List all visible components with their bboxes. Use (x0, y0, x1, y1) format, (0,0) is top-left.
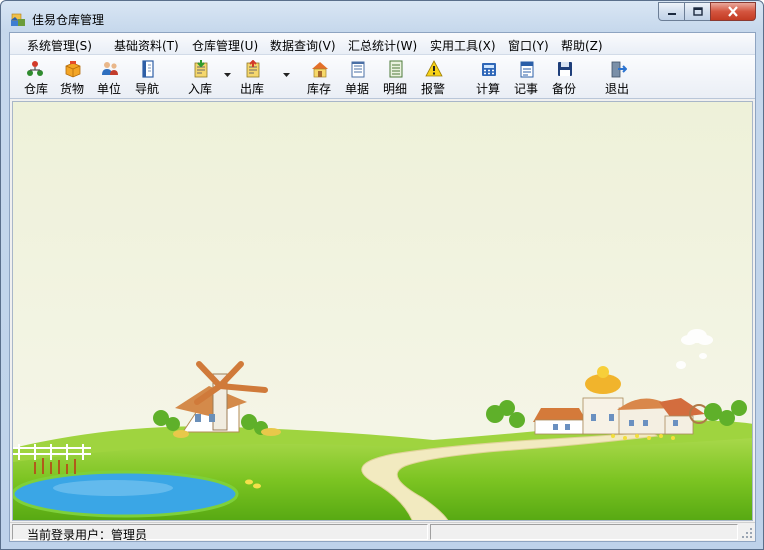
mdi-workspace (12, 101, 753, 521)
menu-summary-stats[interactable]: 汇总统计(W) (348, 37, 417, 54)
toolbar-backup-button[interactable]: 备份 (546, 55, 584, 99)
toolbar-calculator-button[interactable]: 计算 (470, 55, 508, 99)
menu-warehouse-management[interactable]: 仓库管理(U) (192, 37, 258, 54)
menu-data-query[interactable]: 数据查询(V) (270, 37, 336, 54)
stock-in-icon (194, 60, 208, 78)
window-controls (658, 2, 756, 21)
document-icon (351, 61, 365, 78)
menu-basic-data[interactable]: 基础资料(T) (114, 37, 179, 54)
countryside-background (13, 102, 752, 520)
toolbar-warehouse-label: 仓库 (24, 82, 49, 96)
toolbar-stock-in-label: 入库 (188, 82, 213, 96)
notepad-icon (520, 61, 534, 78)
status-bar: 当前登录用户：管理员 (10, 522, 755, 542)
toolbar-alarm-label: 报警 (421, 82, 446, 96)
toolbar-unit-button[interactable]: 单位 (92, 55, 128, 99)
toolbar-exit-label: 退出 (605, 82, 630, 96)
toolbar-stock-out-button[interactable]: 出库 (234, 55, 292, 99)
warehouse-icon (27, 61, 43, 76)
maximize-icon (692, 7, 703, 16)
toolbar-stock-in-button[interactable]: 入库 (182, 55, 234, 99)
maximize-button[interactable] (684, 2, 711, 21)
toolbar-notes-button[interactable]: 记事 (508, 55, 546, 99)
title-bar[interactable]: 佳易仓库管理 (1, 1, 763, 33)
navigation-book-icon (142, 60, 154, 78)
resize-grip-icon[interactable] (741, 527, 753, 539)
toolbar-goods-label: 货物 (60, 82, 85, 96)
toolbar-document-button[interactable]: 单据 (339, 55, 377, 99)
window-title: 佳易仓库管理 (32, 13, 105, 27)
stock-in-dropdown-icon[interactable] (224, 73, 231, 77)
goods-box-icon (65, 61, 81, 78)
stock-out-icon (246, 60, 260, 78)
toolbar-warehouse-button[interactable]: 仓库 (17, 55, 53, 99)
close-icon (728, 6, 738, 17)
toolbar-notes-label: 记事 (514, 82, 539, 96)
calculator-icon (482, 63, 496, 76)
status-pane-empty (430, 524, 738, 540)
app-warehouse-icon (11, 13, 25, 26)
close-button[interactable] (710, 2, 756, 21)
inventory-house-icon (312, 62, 328, 78)
menu-utilities[interactable]: 实用工具(X) (430, 37, 496, 54)
minimize-button[interactable] (658, 2, 685, 21)
toolbar-backup-label: 备份 (552, 82, 577, 96)
toolbar-inventory-label: 库存 (307, 82, 332, 96)
client-area: 系统管理(S) 基础资料(T) 仓库管理(U) 数据查询(V) 汇总统计(W) … (9, 32, 756, 542)
toolbar-document-label: 单据 (345, 82, 370, 96)
warning-icon (425, 60, 443, 77)
detail-list-icon (389, 60, 403, 78)
stock-out-dropdown-icon[interactable] (283, 73, 290, 77)
toolbar-detail-button[interactable]: 明细 (377, 55, 415, 99)
toolbar-exit-button[interactable]: 退出 (599, 55, 637, 99)
toolbar: 仓库 货物 单位 导航 入库 出库 库存 单据 明细 报警 计算 记事 备份 退… (10, 55, 755, 99)
toolbar-stock-out-label: 出库 (240, 82, 265, 96)
toolbar-navigation-label: 导航 (135, 82, 160, 96)
menu-help[interactable]: 帮助(Z) (561, 37, 603, 54)
toolbar-goods-button[interactable]: 货物 (55, 55, 91, 99)
menu-system[interactable]: 系统管理(S) (27, 37, 92, 54)
minimize-icon (667, 12, 676, 15)
menu-bar: 系统管理(S) 基础资料(T) 仓库管理(U) 数据查询(V) 汇总统计(W) … (10, 33, 755, 55)
toolbar-alarm-button[interactable]: 报警 (415, 55, 453, 99)
status-pane-user: 当前登录用户：管理员 (12, 524, 428, 542)
exit-door-icon (611, 61, 627, 78)
backup-disk-icon (558, 62, 572, 76)
toolbar-inventory-button[interactable]: 库存 (301, 55, 339, 99)
toolbar-unit-label: 单位 (97, 82, 122, 96)
toolbar-calculator-label: 计算 (476, 82, 501, 96)
current-user-text: 当前登录用户：管理员 (27, 528, 148, 542)
app-window: 佳易仓库管理 系统管理(S) 基础资料(T) 仓库管理(U) 数据查询(V) 汇… (0, 0, 764, 550)
people-icon (102, 62, 118, 75)
toolbar-detail-label: 明细 (383, 82, 408, 96)
toolbar-navigation-button[interactable]: 导航 (129, 55, 167, 99)
menu-window[interactable]: 窗口(Y) (508, 37, 549, 54)
